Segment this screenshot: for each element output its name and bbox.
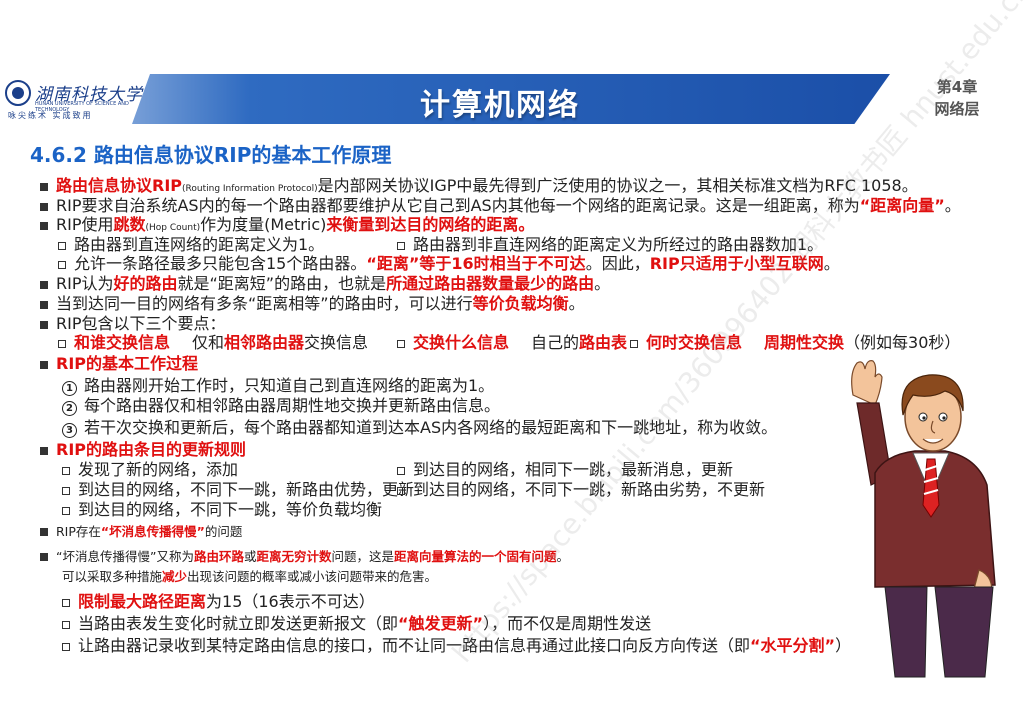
checkbox-square-icon — [397, 467, 405, 475]
measure-triggered-update: 当路由表发生变化时就立即发送更新报文（即“触发更新”），而不仅是周期性发送 — [62, 610, 651, 634]
section-title: 4.6.2 路由信息协议RIP的基本工作原理 — [30, 143, 392, 167]
text-routing-table: 路由表 — [579, 333, 628, 352]
text-periodic: 周期性交换 — [764, 333, 845, 352]
text-inherent-problem: 距离向量算法的一个固有问题 — [394, 549, 557, 564]
text-rip-has: RIP存在 — [56, 524, 101, 539]
rule-worse: 到达目的网络，不同下一跳，新路由劣势，不更新 — [397, 476, 765, 500]
text-exchange-info: 交换信息 — [304, 333, 369, 352]
checkbox-square-icon — [62, 599, 70, 607]
checkbox-square-icon — [397, 487, 405, 495]
measure-max-distance: 限制最大路径距离为15（16表示不可达） — [62, 588, 375, 612]
bullet-work-process: RIP的基本工作过程 — [40, 350, 198, 374]
text-triggered-update: “触发更新” — [398, 614, 484, 633]
text-load-balance: 等价负载均衡 — [472, 294, 569, 313]
text-step-2: 每个路由器仅和相邻路由器周期性地交换并更新路由信息。 — [84, 396, 501, 415]
bullet-routing-loop: “坏消息传播得慢”又称为路由环路或距离无穷计数问题，这是距离向量算法的一个固有问… — [40, 546, 569, 565]
bullet-marker — [40, 183, 48, 191]
step-3: 3 若干次交换和更新后，每个路由器都知道到达本AS内各网络的最短距离和下一跳地址，… — [62, 414, 777, 438]
bullet-marker — [40, 281, 48, 289]
text-split-horizon: “水平分割” — [750, 636, 836, 655]
text-measures-line: 可以采取多种措施减少出现该问题的概率或减小该问题带来的危害。 — [62, 566, 437, 585]
bullet-marker — [40, 528, 48, 536]
slide-title: 计算机网络 — [420, 88, 580, 123]
point-what: 交换什么信息 自己的路由表 — [397, 329, 627, 353]
text-this-is: 问题，这是 — [331, 549, 395, 564]
text-routing-loop: 路由环路 — [193, 549, 244, 564]
text-every-30s: （例如每30秒） — [844, 333, 961, 352]
text-when: 何时交换信息 — [646, 333, 743, 352]
text-immediate-update: 当路由表发生变化时就立即发送更新报文（即 — [78, 614, 399, 633]
text-distance-vector: “距离向量” — [859, 196, 945, 215]
text-also-called: “坏消息传播得慢”又称为 — [56, 549, 194, 564]
text-neighbor-routers: 相邻路由器 — [224, 333, 305, 352]
text-count-to-infinity: 距离无穷计数 — [256, 549, 332, 564]
leg-right — [934, 586, 994, 678]
bullet-marker — [40, 301, 48, 309]
checkbox-square-icon — [62, 621, 70, 629]
waving-hand-icon — [851, 360, 883, 406]
text-what-info: 交换什么信息 — [413, 333, 510, 352]
chapter-label: 第4章 网络层 — [928, 76, 986, 120]
checkbox-square-icon — [58, 261, 66, 269]
bullet-marker — [40, 447, 48, 455]
checkbox-square-icon — [62, 507, 70, 515]
text-problem: 的问题 — [204, 524, 243, 539]
leg-left — [884, 586, 928, 678]
text-not-only-periodic: ），而不仅是周期性发送 — [483, 614, 652, 633]
measure-split-horizon: 让路由器记录收到某特定路由信息的接口，而不让同一路由信息再通过此接口向反方向传送… — [62, 632, 851, 656]
text-own: 自己的 — [531, 333, 580, 352]
checkbox-square-icon — [62, 643, 70, 651]
text-record-interface: 让路由器记录收到某特定路由信息的接口，而不让同一路由信息再通过此接口向反方向传送… — [78, 636, 751, 655]
bullet-marker — [40, 361, 48, 369]
text-punct: 。 — [556, 549, 570, 564]
text-reduce: 减少 — [162, 569, 188, 584]
text-punct: 。 — [568, 294, 585, 313]
bullet-marker — [40, 222, 48, 230]
text-bad-news-slow: “坏消息传播得慢” — [100, 524, 205, 539]
text-probability: 出现该问题的概率或减小该问题带来的危害。 — [187, 569, 438, 584]
checkbox-square-icon — [630, 340, 638, 348]
chapter-number: 第4章 — [936, 78, 978, 96]
text-rule-4: 到达目的网络，不同下一跳，新路由劣势，不更新 — [413, 480, 766, 499]
bullet-marker — [40, 321, 48, 329]
text-rule-5: 到达目的网络，不同下一跳，等价负载均衡 — [78, 500, 383, 519]
checkbox-square-icon — [62, 487, 70, 495]
step-2: 2 每个路由器仅和相邻路由器周期性地交换并更新路由信息。 — [62, 392, 500, 416]
checkbox-square-icon — [58, 340, 66, 348]
university-motto: 咏尖练术 实成致用 — [8, 111, 93, 120]
text-small-internet: RIP只适用于小型互联网 — [649, 254, 824, 273]
checkbox-square-icon — [397, 340, 405, 348]
text-work-process: RIP的基本工作过程 — [56, 354, 199, 373]
bullet-bad-news: RIP存在“坏消息传播得慢”的问题 — [40, 521, 242, 540]
point-when: 何时交换信息 周期性交换（例如每30秒） — [630, 329, 960, 353]
text-step-3: 若干次交换和更新后，每个路由器都知道到达本AS内各网络的最短距离和下一跳地址，称… — [84, 418, 778, 437]
university-logo: 湖南科技大学 HUNAN UNIVERSITY OF SCIENCE AND T… — [0, 74, 150, 124]
text-limit-max: 限制最大路径距离 — [78, 592, 207, 611]
text-15-16: 为15（16表示不可达） — [206, 592, 375, 611]
checkbox-square-icon — [62, 467, 70, 475]
chapter-name: 网络层 — [934, 100, 980, 118]
bullet-marker — [40, 203, 48, 211]
teacher-character-illustration — [851, 360, 996, 678]
slide-header: 湖南科技大学 HUNAN UNIVERSITY OF SCIENCE AND T… — [0, 74, 1024, 126]
text-or: 或 — [243, 549, 257, 564]
text-punct: 。 — [594, 274, 611, 293]
text-punct: 。 — [823, 254, 840, 273]
text-multiple-measures: 可以采取多种措施 — [62, 569, 163, 584]
text-punct: 。 — [944, 196, 961, 215]
checkbox-square-icon — [58, 242, 66, 250]
rule-equal: 到达目的网络，不同下一跳，等价负载均衡 — [62, 496, 382, 520]
checkbox-square-icon — [397, 242, 405, 250]
university-emblem-icon — [5, 80, 31, 106]
bullet-marker — [40, 553, 48, 561]
